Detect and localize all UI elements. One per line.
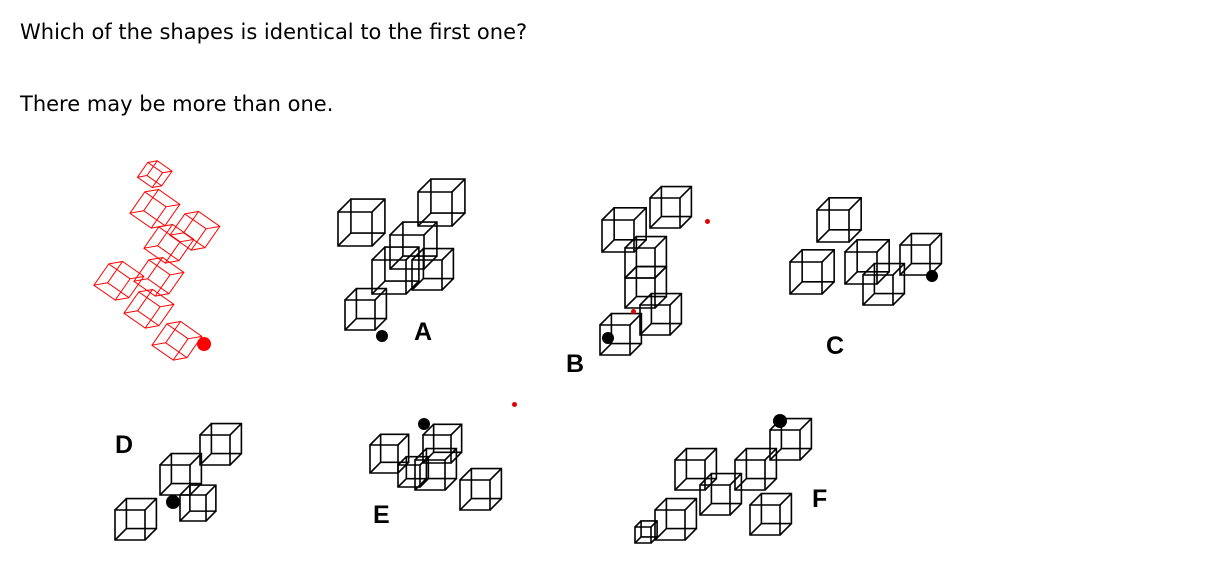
ball-marker: [773, 414, 787, 428]
cube: [649, 185, 693, 229]
cube: [674, 447, 718, 491]
cube: [639, 292, 683, 336]
cube: [337, 198, 386, 247]
option-shape-f[interactable]: [625, 405, 825, 555]
cube: [114, 497, 158, 541]
cube: [369, 433, 410, 474]
stray-dot: [631, 309, 636, 314]
cube: [899, 232, 943, 276]
cube: [789, 249, 835, 295]
cube: [749, 492, 793, 536]
option-label-d[interactable]: D: [115, 433, 133, 458]
cube: [344, 287, 388, 331]
ball-marker: [166, 495, 180, 509]
option-shape-b[interactable]: [590, 170, 720, 370]
cube: [654, 497, 698, 541]
stray-dot: [705, 219, 710, 224]
ball-marker: [602, 332, 614, 344]
cube: [136, 160, 173, 189]
cube: [151, 320, 203, 361]
cube: [699, 472, 743, 516]
cube: [417, 178, 466, 227]
cube: [624, 265, 668, 309]
ball-marker: [418, 418, 430, 430]
cube: [397, 455, 430, 488]
cube: [414, 447, 458, 491]
option-label-b[interactable]: B: [566, 352, 584, 377]
cube: [151, 320, 203, 361]
question-hint: There may be more than one.: [20, 92, 334, 116]
cube: [634, 520, 658, 544]
cube: [601, 207, 647, 253]
cube: [179, 484, 217, 522]
cube: [159, 452, 203, 496]
cube: [199, 422, 243, 466]
cube: [129, 188, 181, 229]
stray-dot: [512, 402, 517, 407]
cube: [169, 210, 221, 251]
cube: [389, 221, 438, 270]
ball-marker: [926, 270, 938, 282]
option-label-f[interactable]: F: [812, 487, 827, 512]
option-shape-a[interactable]: [330, 170, 480, 350]
cube: [844, 239, 890, 285]
reference-shape: [93, 160, 221, 361]
ball-marker: [197, 337, 211, 351]
question-text: Which of the shapes is identical to the …: [20, 20, 528, 44]
cube: [816, 197, 862, 243]
option-label-e[interactable]: E: [373, 503, 390, 528]
ball-marker: [376, 330, 388, 342]
cube: [136, 160, 173, 189]
cube: [169, 210, 221, 251]
cube: [459, 467, 503, 511]
option-shape-c[interactable]: [775, 190, 955, 320]
option-label-a[interactable]: A: [414, 320, 432, 345]
option-label-c[interactable]: C: [826, 334, 844, 359]
cube: [129, 188, 181, 229]
